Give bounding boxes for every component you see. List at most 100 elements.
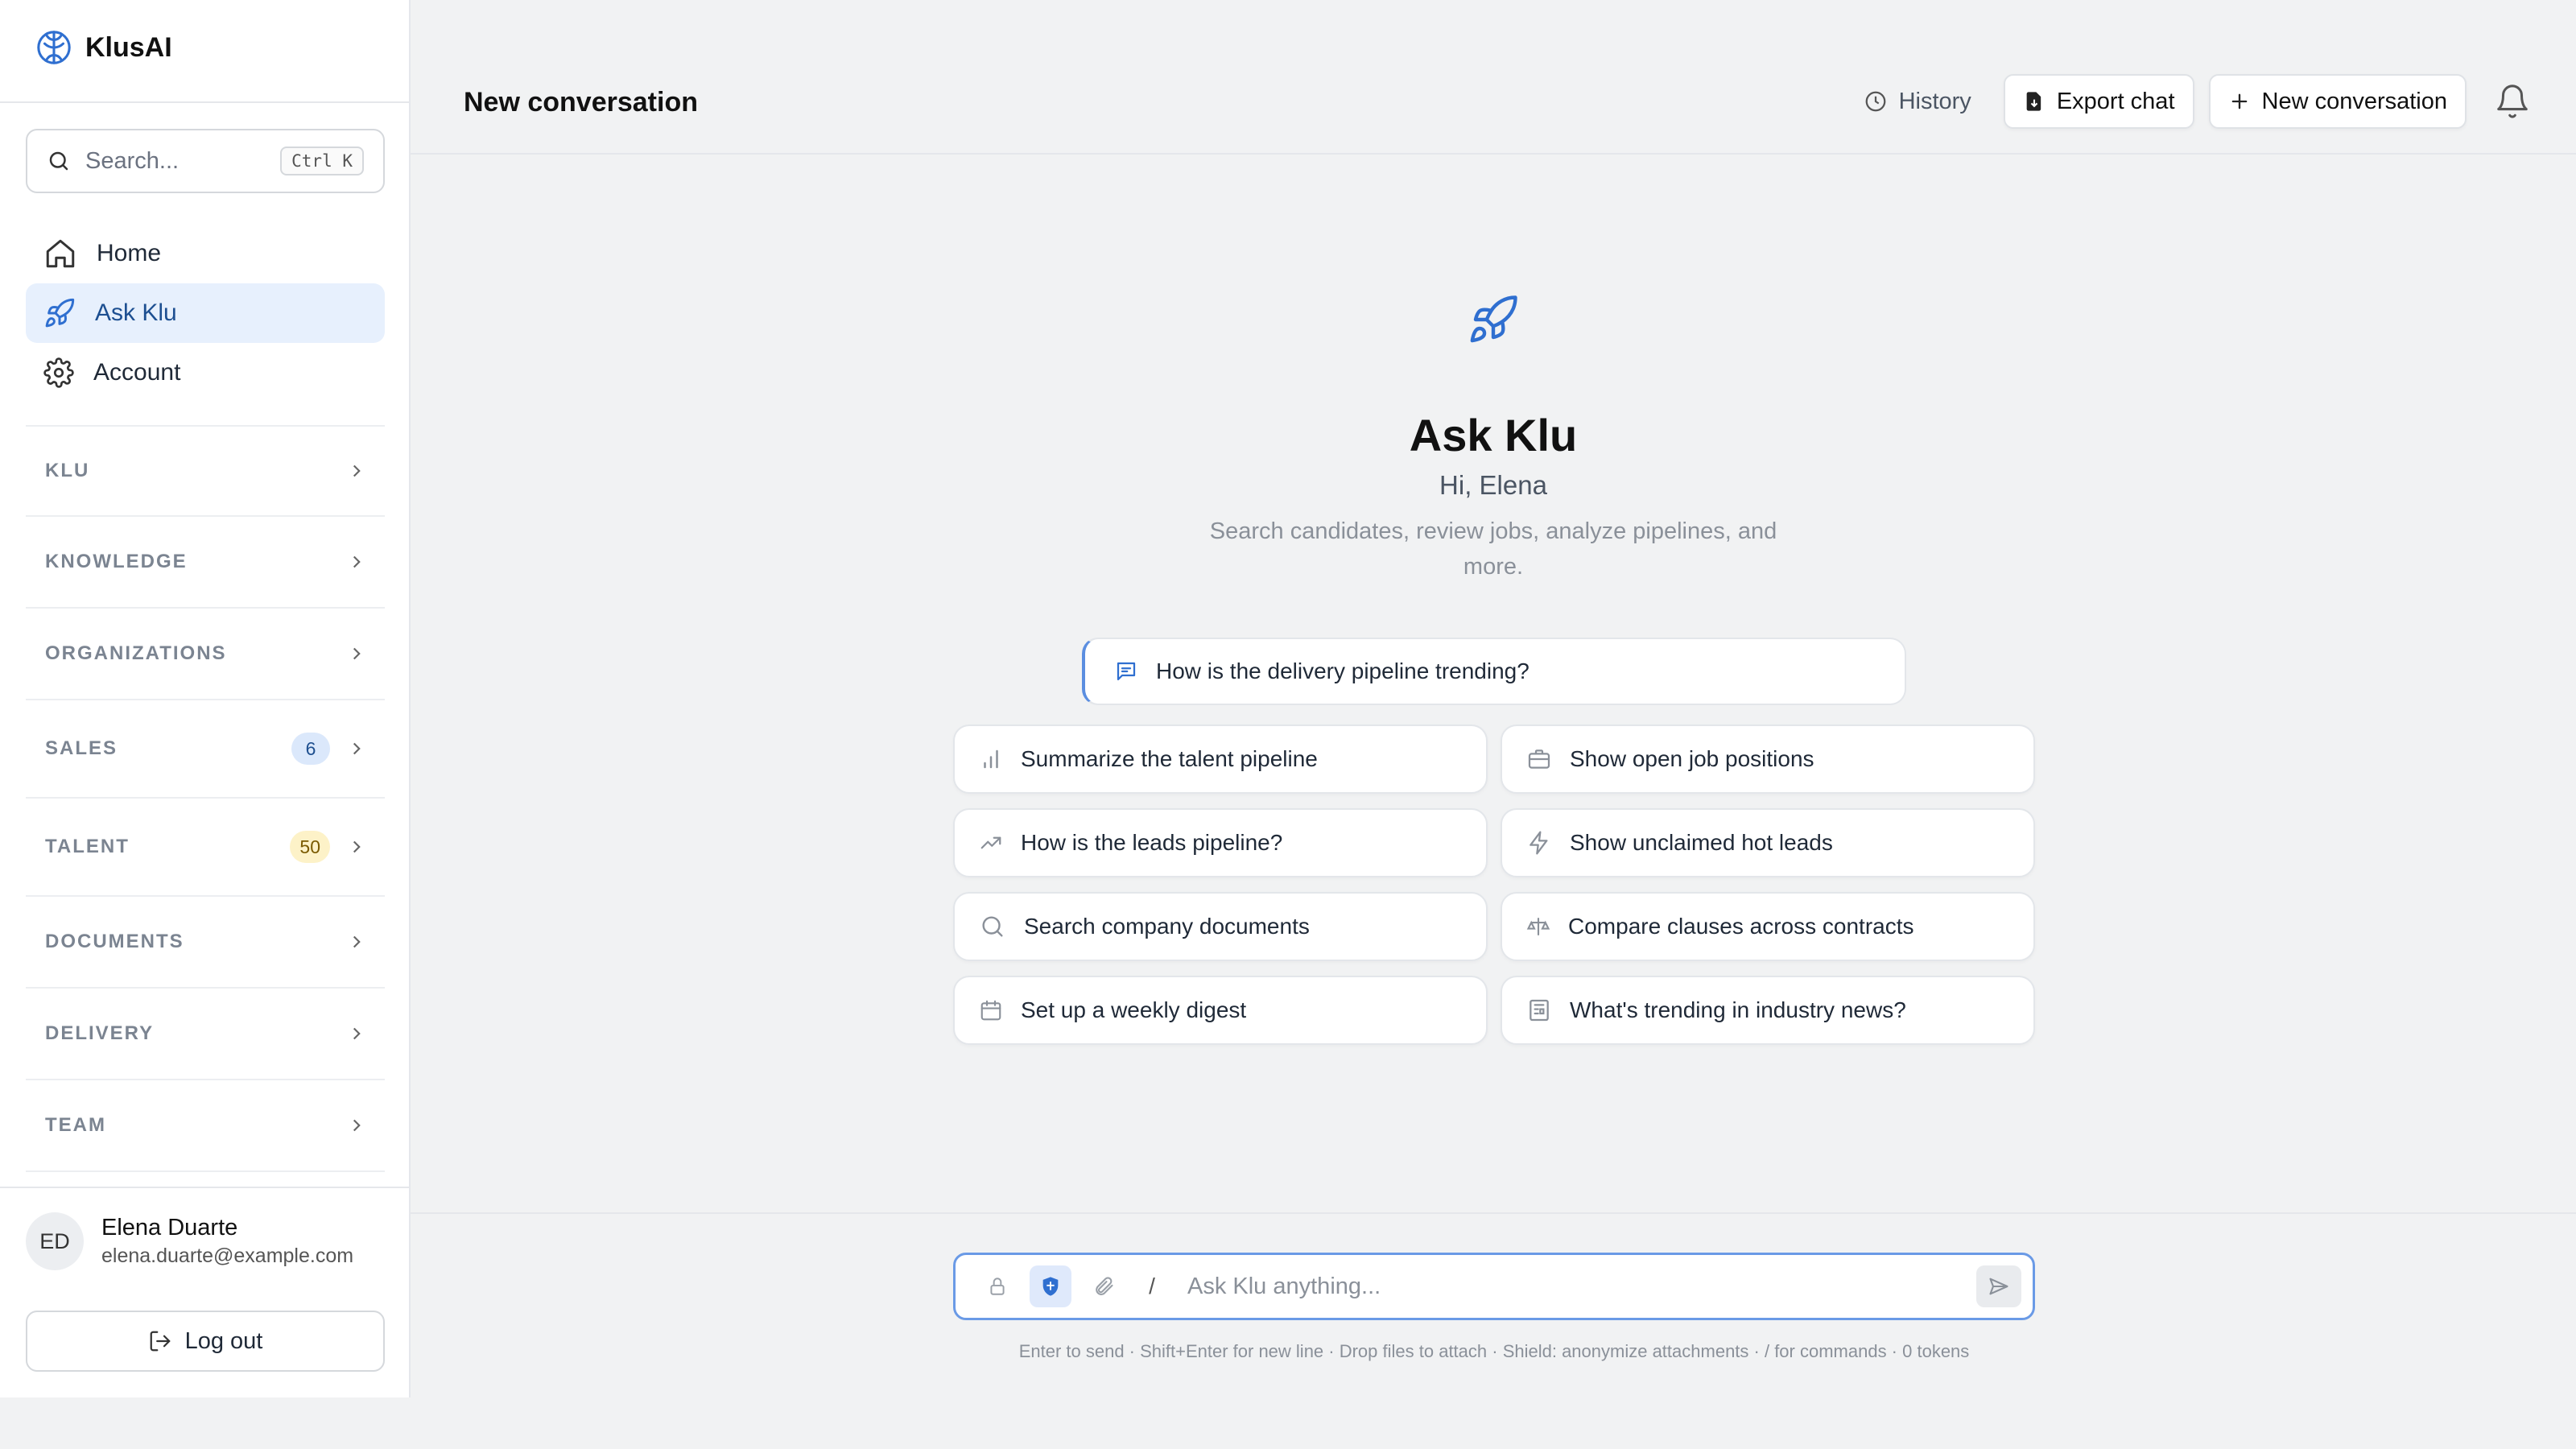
- suggestion-card[interactable]: Search company documents: [953, 892, 1488, 961]
- gear-icon: [43, 357, 74, 388]
- nav-label: Ask Klu: [95, 299, 177, 326]
- section-label: TEAM: [45, 1114, 106, 1136]
- suggestion-card[interactable]: Compare clauses across contracts: [1501, 892, 2035, 961]
- chevron-right-icon: [346, 643, 367, 664]
- section-label: KLU: [45, 460, 90, 481]
- slash-command-button[interactable]: /: [1136, 1274, 1168, 1299]
- logout-icon: [148, 1329, 172, 1353]
- section-documents[interactable]: DOCUMENTS: [26, 897, 385, 989]
- user-profile[interactable]: ED Elena Duarte elena.duarte@example.com: [26, 1212, 353, 1270]
- bell-icon[interactable]: [2494, 83, 2531, 120]
- chat-composer: /: [953, 1253, 2035, 1320]
- suggestion-card[interactable]: Summarize the talent pipeline: [953, 724, 1488, 794]
- divider: [0, 101, 409, 103]
- chat-icon: [1114, 659, 1138, 683]
- featured-prompt[interactable]: How is the delivery pipeline trending?: [1082, 638, 1906, 705]
- avatar: ED: [26, 1212, 84, 1270]
- hero-description: Search candidates, review jobs, analyze …: [1209, 518, 1777, 580]
- main-nav: Home Ask Klu Account: [26, 224, 385, 402]
- nav-item-ask-klu[interactable]: Ask Klu: [26, 283, 385, 343]
- bar-chart-icon: [979, 747, 1003, 771]
- rocket-icon: [1467, 293, 1520, 346]
- file-export-icon: [2023, 90, 2046, 113]
- suggestion-label: Set up a weekly digest: [1021, 997, 1247, 1022]
- suggestion-label: Show open job positions: [1570, 746, 1814, 771]
- brain-logo-icon: [35, 29, 72, 66]
- section-label: TALENT: [45, 836, 130, 857]
- section-sales[interactable]: SALES 6: [26, 700, 385, 799]
- hero-title: Ask Klu: [1409, 410, 1578, 460]
- search-icon: [979, 913, 1006, 940]
- section-label: ORGANIZATIONS: [45, 642, 227, 664]
- suggestion-card[interactable]: Set up a weekly digest: [953, 976, 1488, 1045]
- logout-button[interactable]: Log out: [26, 1311, 385, 1372]
- plus-icon: [2228, 90, 2251, 113]
- suggestion-label: What's trending in industry news?: [1570, 997, 1906, 1022]
- suggestion-label: Search company documents: [1024, 914, 1310, 939]
- suggestion-grid: Summarize the talent pipeline Show open …: [953, 724, 2035, 1045]
- chevron-right-icon: [346, 931, 367, 952]
- clock-icon: [1864, 89, 1888, 114]
- send-button[interactable]: [1976, 1265, 2021, 1307]
- sidebar-sections: KLU KNOWLEDGE ORGANIZATIONS SALES 6 TALE…: [26, 425, 385, 1172]
- chat-input[interactable]: [1187, 1273, 1965, 1300]
- brand[interactable]: KlusAI: [35, 29, 172, 66]
- page-title: New conversation: [464, 87, 698, 118]
- section-label: DOCUMENTS: [45, 931, 184, 952]
- chevron-right-icon: [346, 1023, 367, 1044]
- suggestion-card[interactable]: Show unclaimed hot leads: [1501, 808, 2035, 877]
- lock-icon[interactable]: [976, 1265, 1018, 1307]
- export-label: Export chat: [2056, 88, 2175, 114]
- nav-item-account[interactable]: Account: [26, 343, 385, 402]
- new-conversation-button[interactable]: New conversation: [2208, 74, 2467, 129]
- new-conversation-label: New conversation: [2261, 88, 2448, 114]
- suggestion-card[interactable]: Show open job positions: [1501, 724, 2035, 794]
- header-actions: History Export chat New conversation: [1846, 74, 2531, 129]
- section-knowledge[interactable]: KNOWLEDGE: [26, 517, 385, 609]
- composer-hint: Enter to send · Shift+Enter for new line…: [1018, 1341, 1970, 1361]
- history-label: History: [1898, 88, 1971, 114]
- user-name: Elena Duarte: [101, 1215, 238, 1241]
- history-button[interactable]: History: [1846, 74, 1989, 129]
- divider: [0, 1187, 409, 1188]
- section-klu[interactable]: KLU: [26, 425, 385, 517]
- chevron-right-icon: [346, 551, 367, 572]
- search-placeholder: Search...: [85, 147, 180, 174]
- chevron-right-icon: [346, 836, 367, 857]
- shield-icon[interactable]: [1030, 1265, 1071, 1307]
- section-label: DELIVERY: [45, 1022, 155, 1044]
- trending-up-icon: [979, 831, 1003, 855]
- search-shortcut-badge: Ctrl K: [280, 147, 364, 175]
- header: New conversation History Export chat New…: [411, 0, 2576, 155]
- rocket-icon: [43, 297, 76, 329]
- nav-label: Home: [97, 240, 162, 266]
- chevron-right-icon: [346, 738, 367, 759]
- home-icon: [43, 237, 77, 270]
- featured-prompt-label: How is the delivery pipeline trending?: [1156, 658, 1530, 683]
- suggestion-label: How is the leads pipeline?: [1021, 830, 1283, 855]
- suggestion-label: Compare clauses across contracts: [1568, 914, 1914, 939]
- suggestion-card[interactable]: How is the leads pipeline?: [953, 808, 1488, 877]
- section-organizations[interactable]: ORGANIZATIONS: [26, 609, 385, 700]
- calendar-icon: [979, 998, 1003, 1022]
- export-chat-button[interactable]: Export chat: [2003, 74, 2194, 129]
- chevron-right-icon: [346, 460, 367, 481]
- search-icon: [47, 149, 71, 173]
- nav-item-home[interactable]: Home: [26, 224, 385, 283]
- scale-icon: [1526, 914, 1550, 939]
- suggestion-card[interactable]: What's trending in industry news?: [1501, 976, 2035, 1045]
- count-badge: 50: [290, 831, 330, 863]
- brand-name: KlusAI: [85, 31, 172, 63]
- section-delivery[interactable]: DELIVERY: [26, 989, 385, 1080]
- send-icon: [1988, 1275, 2010, 1298]
- chevron-right-icon: [346, 1115, 367, 1136]
- section-team[interactable]: TEAM: [26, 1080, 385, 1172]
- lightning-icon: [1526, 830, 1552, 856]
- newspaper-icon: [1526, 997, 1552, 1023]
- section-label: KNOWLEDGE: [45, 551, 188, 572]
- section-talent[interactable]: TALENT 50: [26, 799, 385, 897]
- suggestion-label: Summarize the talent pipeline: [1021, 746, 1318, 771]
- paperclip-icon[interactable]: [1083, 1265, 1125, 1307]
- section-label: SALES: [45, 737, 118, 759]
- sidebar-search[interactable]: Search... Ctrl K: [26, 129, 385, 193]
